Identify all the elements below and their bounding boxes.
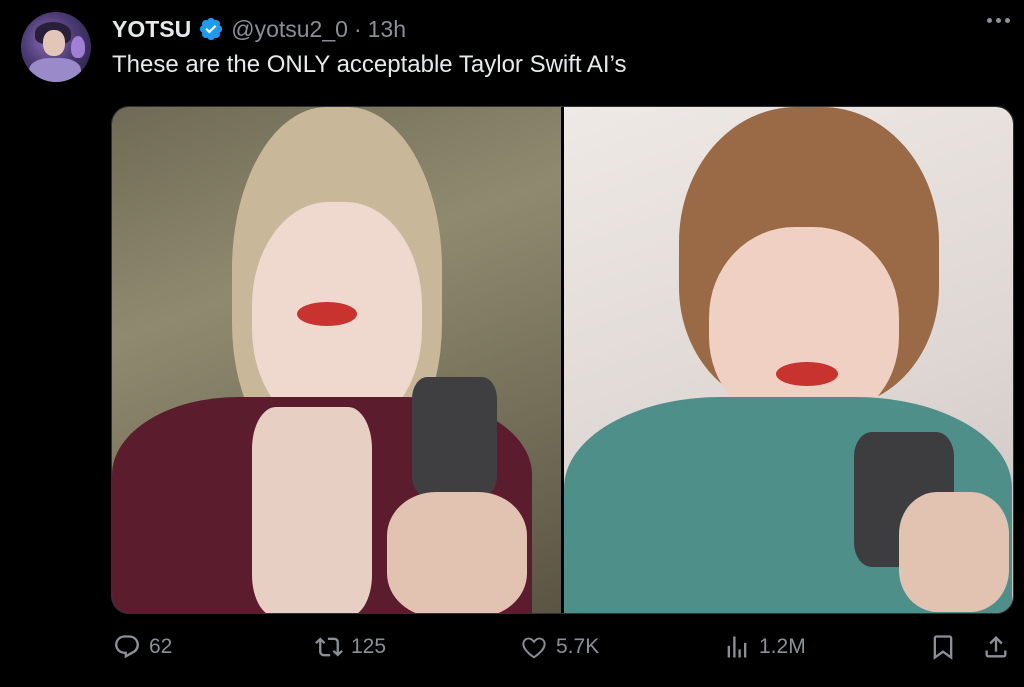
like-count: 5.7K [556, 635, 600, 658]
share-icon [985, 636, 1007, 658]
reply-icon [115, 635, 139, 659]
verified-badge-icon [200, 17, 223, 41]
tweet-actions: 62 125 5.7K 1.2M [0, 633, 1024, 673]
tweet-time[interactable]: 13h [368, 16, 406, 43]
time-separator: · [353, 15, 362, 42]
views-button[interactable]: 1.2M [723, 633, 806, 661]
repost-icon [315, 637, 343, 657]
repost-count: 125 [351, 635, 387, 658]
repost-button[interactable]: 125 [315, 633, 386, 661]
share-button[interactable] [982, 633, 1010, 661]
author-handle[interactable]: @yotsu2_0 [231, 16, 348, 43]
reply-count: 62 [149, 635, 173, 658]
author-avatar[interactable] [21, 12, 91, 82]
author-name[interactable]: YOTSU [112, 16, 191, 43]
tweet-media [111, 106, 1014, 614]
tweet-header: YOTSU @yotsu2_0 · 13h [112, 13, 406, 45]
more-options-icon[interactable] [987, 18, 1010, 23]
media-image-left[interactable] [112, 107, 561, 613]
bookmark-button[interactable] [929, 633, 957, 661]
views-icon [727, 636, 747, 658]
bookmark-icon [933, 635, 953, 660]
media-image-right[interactable] [564, 107, 1013, 613]
reply-button[interactable]: 62 [113, 633, 172, 661]
tweet-text: These are the ONLY acceptable Taylor Swi… [112, 51, 627, 78]
like-button[interactable]: 5.7K [520, 633, 599, 661]
like-icon [522, 637, 546, 659]
views-count: 1.2M [759, 635, 806, 658]
